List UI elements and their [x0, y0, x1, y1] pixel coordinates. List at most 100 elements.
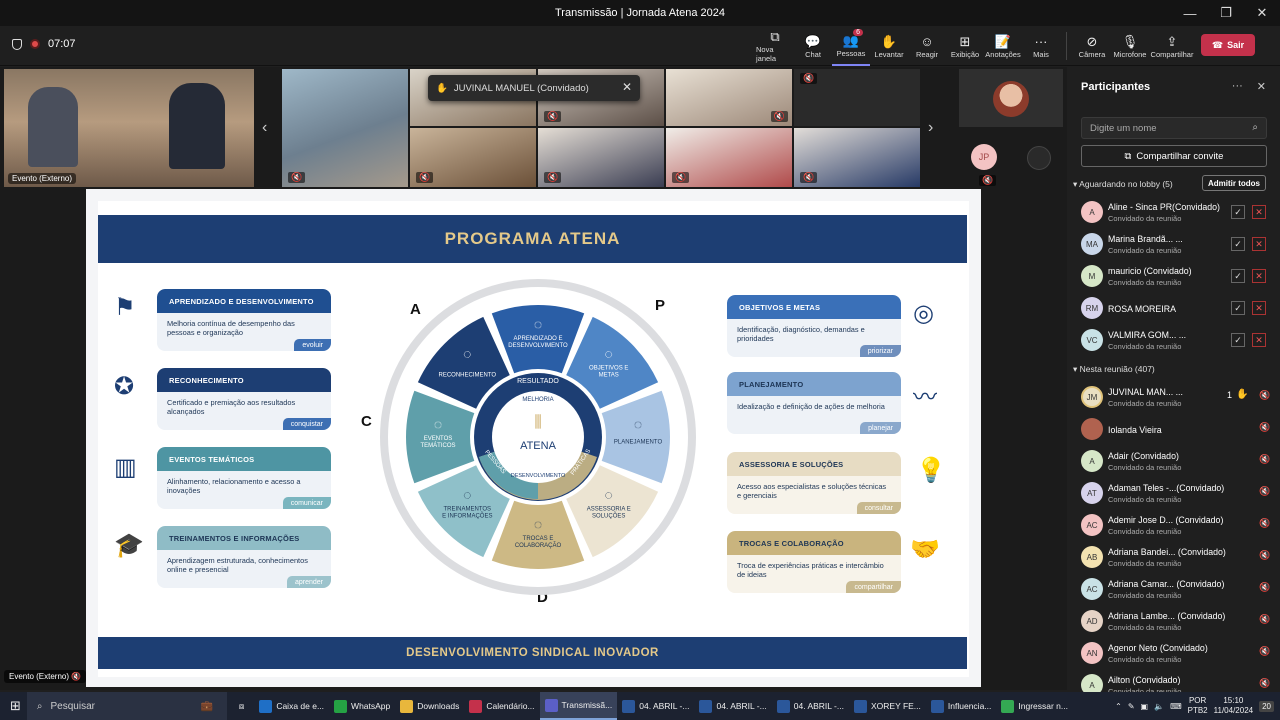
lobby-section-header[interactable]: ▾ Aguardando no lobby (5) [1073, 179, 1173, 190]
avatar [993, 81, 1029, 117]
taskbar-app[interactable]: 04. ABRIL -... [617, 692, 694, 720]
participant[interactable]: AC Adriana Camar... (Convidado) Convidado … [1081, 574, 1277, 604]
admit-all-button[interactable]: Admitir todos [1202, 175, 1266, 191]
video-tile[interactable]: 🔇 [794, 128, 920, 187]
close-window-icon[interactable]: ✕ [1244, 0, 1280, 26]
chevron-up-icon[interactable]: ⌃ [1115, 702, 1122, 711]
raise-hand-button[interactable]: ✋ Levantar [870, 26, 908, 66]
video-tile[interactable]: 🔇 [666, 128, 792, 187]
participant[interactable]: AT Adaman Teles -...(Convidado) Convidado … [1081, 478, 1277, 508]
network-icon[interactable]: ▣ [1141, 702, 1149, 711]
react-button[interactable]: ☺ Reagir [908, 26, 946, 66]
language-indicator[interactable]: POR PTB2 [1188, 696, 1208, 716]
volume-icon[interactable]: 🔈 [1154, 702, 1164, 711]
video-tile[interactable] [959, 69, 1063, 127]
deny-x-icon[interactable]: ✕ [1252, 237, 1266, 251]
chevron-right-icon[interactable]: › [928, 119, 933, 137]
people-button[interactable]: 👥 6 Pessoas [832, 26, 870, 66]
lobby-participant[interactable]: Mmauricio (Convidado) Convidado da reuniã… [1081, 261, 1277, 291]
ring-label-bottom: DESENVOLVIMENTO [511, 473, 566, 479]
share-invite-button[interactable]: ⧉ Compartilhar convite [1081, 145, 1267, 167]
pen-icon[interactable]: ✎ [1128, 702, 1135, 711]
participant[interactable]: A Adair (Convidado) Convidado da reunião 🔇 [1081, 446, 1277, 476]
mic-muted-icon: 🔇 [979, 175, 997, 186]
maximize-icon[interactable]: ❐ [1208, 0, 1244, 26]
card-text: Melhoria contínua de desempenho das pess… [167, 319, 295, 337]
wheel-segment-label: TREINAMENTOS E INFORMAÇÕES [442, 507, 492, 520]
notifications-icon[interactable]: 20 [1259, 700, 1274, 712]
card-text: Aprendizagem estruturada, conhecimentos … [167, 556, 308, 574]
notes-button[interactable]: 📝 Anotações [984, 26, 1022, 66]
taskbar-app[interactable]: Calendário... [464, 692, 539, 720]
clock[interactable]: 15:10 11/04/2024 [1214, 696, 1253, 716]
lobby-participant[interactable]: RM ROSA MOREIRA ✓ ✕ [1081, 293, 1277, 323]
taskbar-app[interactable]: XOREY FE... [849, 692, 926, 720]
chat-button[interactable]: 💬 Chat [794, 26, 832, 66]
share-invite-label: Compartilhar convite [1136, 150, 1224, 162]
share-button[interactable]: ⇪ Compartilhar [1149, 26, 1195, 66]
meeting-section-header[interactable]: ▾ Nesta reunião (407) [1073, 364, 1155, 375]
slide-footer: DESENVOLVIMENTO SINDICAL INOVADOR [98, 637, 967, 669]
task-view-icon[interactable]: ⧈ [239, 701, 244, 712]
app-icon [699, 699, 713, 713]
participant-role: Convidado da reunião [1108, 655, 1182, 664]
video-tile[interactable]: 🔇 [282, 69, 408, 187]
new-window-button[interactable]: ⧉ Nova janela [756, 26, 794, 66]
participant[interactable]: JM JUVINAL MAN... ... Convidado da reunião… [1081, 382, 1277, 412]
admit-check-icon[interactable]: ✓ [1231, 333, 1245, 347]
participant[interactable]: AD Adriana Lambe... (Convidado) Convidado … [1081, 606, 1277, 636]
windows-start-icon[interactable]: ⊞ [10, 698, 21, 714]
more-button[interactable]: ··· Mais [1022, 26, 1060, 66]
taskbar-app[interactable]: Influencia... [926, 692, 996, 720]
avatar: RM [1081, 297, 1103, 319]
participant[interactable]: AC Ademir Jose D... (Convidado) Convidado … [1081, 510, 1277, 540]
taskbar-search[interactable]: ⌕ Pesquisar 💼 [26, 692, 227, 720]
camera-button[interactable]: ⊘ Câmera [1073, 26, 1111, 66]
admit-check-icon[interactable]: ✓ [1231, 237, 1245, 251]
deny-x-icon[interactable]: ✕ [1252, 333, 1266, 347]
view-button[interactable]: ⊞ Exibição [946, 26, 984, 66]
taskbar-app[interactable]: WhatsApp [329, 692, 395, 720]
admit-check-icon[interactable]: ✓ [1231, 269, 1245, 283]
close-icon[interactable]: ✕ [622, 80, 632, 94]
deny-x-icon[interactable]: ✕ [1252, 269, 1266, 283]
more-options-icon[interactable]: ··· [1232, 80, 1243, 93]
video-tile[interactable]: 🔇 [794, 69, 920, 126]
raise-hand-label: Levantar [874, 49, 904, 59]
app-icon [930, 699, 944, 713]
layout-text: PTB2 [1187, 706, 1208, 715]
lobby-participant[interactable]: MA Marina Brandã... ... Convidado da reuni… [1081, 229, 1277, 259]
more-icon: ··· [1034, 33, 1048, 49]
minimize-icon[interactable]: — [1172, 0, 1208, 26]
taskbar-app[interactable]: Transmissã... [539, 692, 618, 720]
taskbar-app[interactable]: Caixa de e... [254, 692, 329, 720]
chevron-left-icon[interactable]: ‹ [262, 119, 267, 137]
participant[interactable]: Iolanda Vieira 🔇 [1081, 414, 1277, 444]
lobby-participant[interactable]: A Aline - Sinca PR(Convidado) Convidado da… [1081, 197, 1277, 227]
deny-x-icon[interactable]: ✕ [1252, 301, 1266, 315]
participant[interactable]: AB Adriana Bandei... (Convidado) Convidado… [1081, 542, 1277, 572]
leave-button[interactable]: ☎ Sair [1201, 34, 1255, 56]
speaker-figure [28, 87, 78, 167]
taskbar-app[interactable]: 04. ABRIL -... [694, 692, 771, 720]
admit-check-icon[interactable]: ✓ [1231, 205, 1245, 219]
app-icon [469, 699, 483, 713]
keyboard-icon[interactable]: ⌨ [1170, 702, 1182, 711]
main-video-tile[interactable]: Evento (Externo) [4, 69, 254, 187]
close-panel-icon[interactable]: ✕ [1257, 80, 1266, 93]
taskbar-app[interactable]: 04. ABRIL -... [772, 692, 849, 720]
participant[interactable]: AN Agenor Neto (Convidado) Convidado da re… [1081, 638, 1277, 668]
video-tile[interactable]: 🔇 [410, 128, 536, 187]
taskbar-app[interactable]: Downloads [395, 692, 464, 720]
mic-off-icon: 🎙 [1121, 33, 1139, 49]
taskbar-app[interactable]: Ingressar n... [996, 692, 1073, 720]
lobby-participant[interactable]: VC VALMIRA GOM... ... Convidado da reunião… [1081, 325, 1277, 355]
video-tile[interactable]: 🔇 [666, 69, 792, 126]
participant-search-input[interactable]: Digite um nome ⌕ [1081, 117, 1267, 139]
mic-button[interactable]: 🎙 Microfone [1111, 26, 1149, 66]
avatar: MA [1081, 233, 1103, 255]
presenter-label: Evento (Externo) 🔇 [4, 670, 87, 683]
deny-x-icon[interactable]: ✕ [1252, 205, 1266, 219]
admit-check-icon[interactable]: ✓ [1231, 301, 1245, 315]
video-tile[interactable]: 🔇 [538, 128, 664, 187]
